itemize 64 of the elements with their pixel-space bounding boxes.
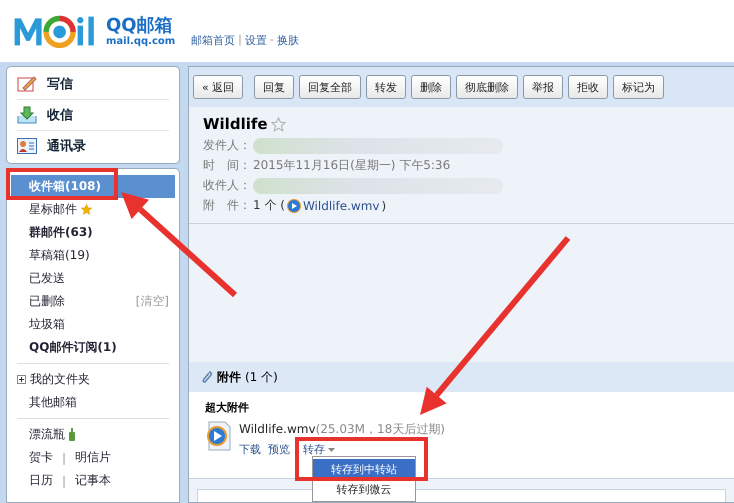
field-label: 附 件：: [203, 197, 251, 214]
toolbar-button[interactable]: 回复全部: [299, 75, 362, 99]
logo-title: QQ邮箱: [106, 16, 174, 36]
save-to-menu-button[interactable]: 转存: [303, 442, 335, 457]
quick-action-link[interactable]: 通讯录: [47, 137, 86, 155]
toolbar-button[interactable]: 拒收: [568, 75, 608, 99]
video-file-icon: [205, 421, 231, 451]
section-title: 超大附件: [205, 400, 250, 415]
toolbar-button[interactable]: 删除: [411, 75, 452, 99]
quick-action-link[interactable]: 收信: [47, 106, 73, 124]
header-link[interactable]: 换肤: [276, 32, 299, 48]
link-separator: -: [270, 32, 274, 48]
expand-icon[interactable]: [17, 375, 26, 384]
folder-item[interactable]: 草稿箱(19): [11, 244, 175, 267]
toolbar-button[interactable]: 转发: [366, 75, 406, 99]
header-link[interactable]: 设置: [244, 32, 267, 48]
pencil-icon: [17, 75, 37, 93]
folder-item[interactable]: 已删除 [清空]: [11, 290, 175, 313]
star-icon[interactable]: [270, 116, 286, 132]
toolbar-button[interactable]: 回复: [254, 75, 294, 99]
menu-item[interactable]: 转存到中转站: [313, 459, 415, 479]
paperclip-icon: [201, 370, 213, 384]
quick-action-link[interactable]: 写信: [47, 75, 73, 93]
app-link[interactable]: 明信片: [75, 449, 112, 466]
link-separator: |: [61, 474, 68, 488]
file-action-link[interactable]: 预览: [268, 442, 290, 457]
file-action-link[interactable]: 下载: [239, 442, 261, 457]
app-link[interactable]: 记事本: [75, 472, 112, 489]
file-name: Wildlife.wmv: [239, 422, 316, 436]
field-value: 1 个 (: [253, 197, 285, 214]
contact-card-icon: [17, 138, 37, 154]
folder-item[interactable]: 群邮件(63): [11, 221, 175, 244]
star-icon: [81, 204, 92, 215]
toolbar-button[interactable]: « 返回: [193, 75, 244, 99]
field-label: 发件人：: [203, 137, 251, 154]
attachment-link[interactable]: Wildlife.wmv: [302, 198, 380, 212]
folder-item[interactable]: 垃圾箱: [11, 313, 175, 336]
mail-subject: Wildlife: [203, 115, 268, 133]
download-tray-icon: [17, 106, 37, 124]
media-file-icon: [286, 198, 301, 212]
caret-icon: [328, 448, 335, 452]
field-value: 2015年11月16日(星期一) 下午5:36: [253, 157, 450, 174]
toolbar-button[interactable]: 彻底删除: [456, 75, 518, 99]
folder-item[interactable]: 已发送: [11, 267, 175, 290]
app-link[interactable]: 日历: [29, 472, 53, 489]
app-link[interactable]: 贺卡: [29, 449, 53, 466]
field-label: 收件人：: [203, 177, 251, 194]
app-link[interactable]: 漂流瓶: [29, 426, 65, 443]
folder-item[interactable]: 其他邮箱: [11, 391, 175, 414]
link-separator: |: [61, 450, 68, 464]
folder-item[interactable]: 我的文件夹: [11, 368, 175, 391]
file-meta: (25.03M，18天后过期): [316, 422, 445, 436]
toolbar-button[interactable]: 举报: [523, 75, 564, 99]
bottle-icon: [69, 428, 75, 441]
attachments-count: (1 个): [245, 368, 278, 386]
logo-url: mail.qq.com: [106, 36, 176, 46]
field-value: ): [382, 198, 386, 212]
folder-item[interactable]: QQ邮件订阅(1): [11, 336, 175, 359]
attachments-title: 附件: [217, 368, 241, 386]
folder-item[interactable]: 星标邮件: [11, 198, 175, 221]
field-label: 时 间：: [203, 157, 251, 174]
toolbar-button[interactable]: 标记为: [613, 75, 664, 99]
header-link[interactable]: 邮箱首页: [191, 32, 236, 48]
link-separator: |: [238, 32, 242, 48]
